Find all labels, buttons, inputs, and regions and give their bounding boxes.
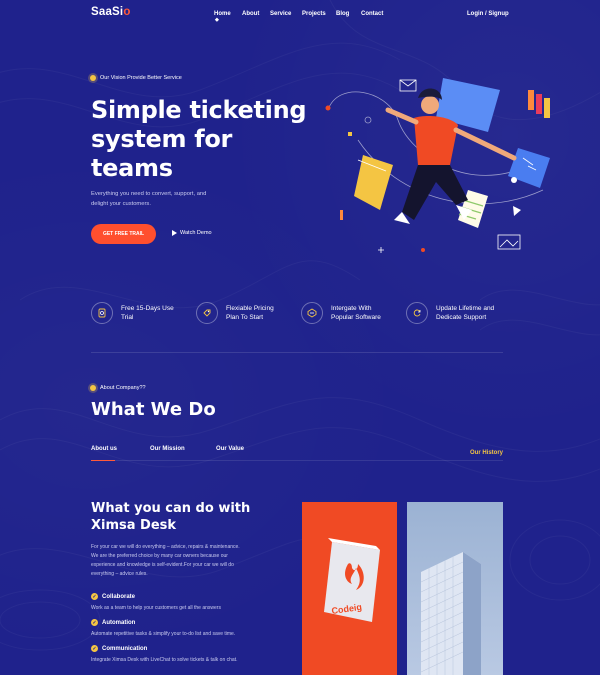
watch-demo-label: Watch Demo	[180, 230, 212, 236]
hero-title: Simple ticketing system for teams	[91, 96, 321, 183]
list-item-communication: ✓ Communication Integrate Ximsa Desk with…	[91, 645, 291, 663]
logo-accent: o	[123, 6, 131, 18]
desc-line1: For your car we will do everything – adv…	[91, 544, 240, 550]
feature-line2: Trial	[121, 314, 134, 321]
hero-subtitle: Everything you need to convert, support,…	[91, 189, 221, 209]
feature-line2: Dedicate Support	[436, 314, 487, 321]
logo[interactable]: SaaSio	[91, 6, 131, 18]
feature-support: Update Lifetime and Dedicate Support	[406, 302, 506, 324]
item-title: Communication	[102, 645, 148, 652]
section-title: What you can do with Ximsa Desk	[91, 500, 291, 534]
nav-contact[interactable]: Contact	[361, 11, 383, 17]
hero-eyebrow-text: Our Vision Provide Better Service	[100, 75, 182, 81]
watch-demo-link[interactable]: Watch Demo	[172, 230, 212, 236]
section-divider	[91, 352, 503, 353]
section-title-line1: What you can do with	[91, 501, 251, 516]
nav-projects[interactable]: Projects	[302, 11, 326, 17]
features-row: Free 15-Days Use Trial Flexiable Pricing P…	[0, 302, 600, 332]
hero-subtitle-line1: Everything you need to convert, support,…	[91, 191, 207, 197]
feature-free-trial: Free 15-Days Use Trial	[91, 302, 191, 324]
about-eyebrow-text: About Company??	[100, 385, 146, 391]
feature-line1: Intergate With	[331, 305, 372, 312]
bullet-dot-icon	[90, 75, 96, 81]
badge-icon	[91, 302, 113, 324]
list-item-automation: ✓ Automation Automate repetitive tasks & …	[91, 619, 291, 637]
tab-about-us[interactable]: About us	[91, 446, 117, 461]
about-eyebrow: About Company??	[90, 385, 146, 391]
tag-icon	[196, 302, 218, 324]
building-shape	[420, 552, 481, 675]
tab-our-value[interactable]: Our Value	[216, 446, 244, 452]
section-description: For your car we will do everything – adv…	[91, 543, 271, 579]
check-icon: ✓	[91, 619, 98, 626]
item-title: Collaborate	[102, 593, 136, 600]
feature-line1: Update Lifetime and	[436, 305, 495, 312]
feature-line1: Flexiable Pricing	[226, 305, 274, 312]
chevron-down-icon: ◆	[215, 17, 219, 23]
codeigniter-logo-block: Codeig	[324, 538, 380, 622]
logo-text: SaaSi	[91, 6, 124, 18]
nav-about[interactable]: About	[242, 11, 259, 17]
item-title: Automation	[102, 619, 136, 626]
check-icon: ✓	[91, 593, 98, 600]
desc-line2: We are the preferred choice by many car …	[91, 553, 228, 559]
feature-text: Intergate With Popular Software	[331, 304, 401, 322]
check-icon: ✓	[91, 645, 98, 652]
codeigniter-image: Codeig	[302, 502, 397, 675]
free-trial-button[interactable]: GET FREE TRAIL	[91, 224, 156, 244]
tabs-underline	[91, 460, 503, 461]
nav-blog[interactable]: Blog	[336, 11, 349, 17]
hero-title-line1: Simple ticketing	[91, 96, 307, 124]
hero-title-line3: teams	[91, 154, 173, 182]
play-icon	[172, 230, 177, 236]
what-we-do-title: What We Do	[91, 399, 216, 420]
feature-line1: Free 15-Days Use	[121, 305, 174, 312]
feature-pricing: Flexiable Pricing Plan To Start	[196, 302, 296, 324]
refresh-icon	[406, 302, 428, 324]
tab-our-history[interactable]: Our History	[470, 450, 503, 456]
hero-illustration	[325, 78, 550, 253]
hero-title-line2: system for	[91, 125, 233, 153]
desc-line3: experience and knowledge is self-evident…	[91, 562, 234, 568]
desc-line4: everything – advice rules.	[91, 571, 148, 577]
page: SaaSio Home ◆ About Service Projects Blo…	[0, 0, 600, 675]
bullet-dot-icon	[90, 385, 96, 391]
nav-home[interactable]: Home ◆	[214, 11, 231, 23]
item-description: Work as a team to help your customers ge…	[91, 605, 221, 611]
item-description: Integrate Ximsa Desk with LiveChat to so…	[91, 657, 238, 663]
feature-text: Free 15-Days Use Trial	[121, 304, 191, 322]
hero-eyebrow: Our Vision Provide Better Service	[90, 75, 182, 81]
tab-our-mission[interactable]: Our Mission	[150, 446, 185, 452]
feature-text: Update Lifetime and Dedicate Support	[436, 304, 506, 322]
feature-text: Flexiable Pricing Plan To Start	[226, 304, 296, 322]
feature-integrate: Intergate With Popular Software	[301, 302, 401, 324]
section-title-line2: Ximsa Desk	[91, 518, 177, 533]
building-image	[407, 502, 503, 675]
item-description: Automate repetitive tasks & simplify you…	[91, 631, 236, 637]
login-signup-link[interactable]: Login / Signup	[467, 11, 509, 17]
feature-line2: Plan To Start	[226, 314, 264, 321]
list-item-collaborate: ✓ Collaborate Work as a team to help your…	[91, 593, 291, 611]
hero-subtitle-line2: delight your customers.	[91, 201, 151, 207]
feature-line2: Popular Software	[331, 314, 381, 321]
about-tabs: About us Our Mission Our Value Our Histo…	[91, 446, 503, 466]
integration-icon	[301, 302, 323, 324]
nav-service[interactable]: Service	[270, 11, 291, 17]
